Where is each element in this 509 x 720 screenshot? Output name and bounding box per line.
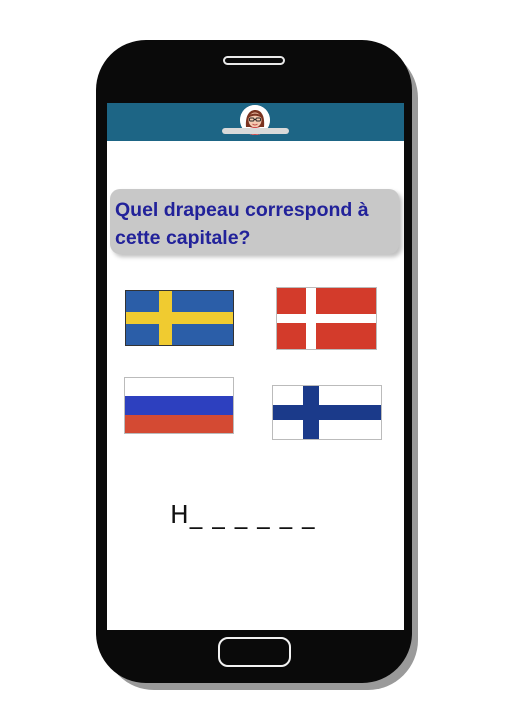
denmark-flag-icon[interactable] [276, 287, 377, 350]
home-button[interactable] [218, 637, 291, 667]
phone-screen: Quel drapeau correspond à cette capitale… [107, 103, 404, 630]
app-header [107, 103, 404, 141]
finland-flag-icon[interactable] [272, 385, 382, 440]
question-card: Quel drapeau correspond à cette capitale… [110, 189, 399, 254]
header-handle-bar [222, 128, 289, 134]
speaker-grille [223, 56, 285, 65]
question-text: Quel drapeau correspond à cette capitale… [115, 199, 369, 249]
answer-hint: H_ _ _ _ _ _ [170, 500, 316, 529]
sweden-flag-icon[interactable] [125, 290, 234, 346]
russia-flag-icon[interactable] [124, 377, 234, 434]
